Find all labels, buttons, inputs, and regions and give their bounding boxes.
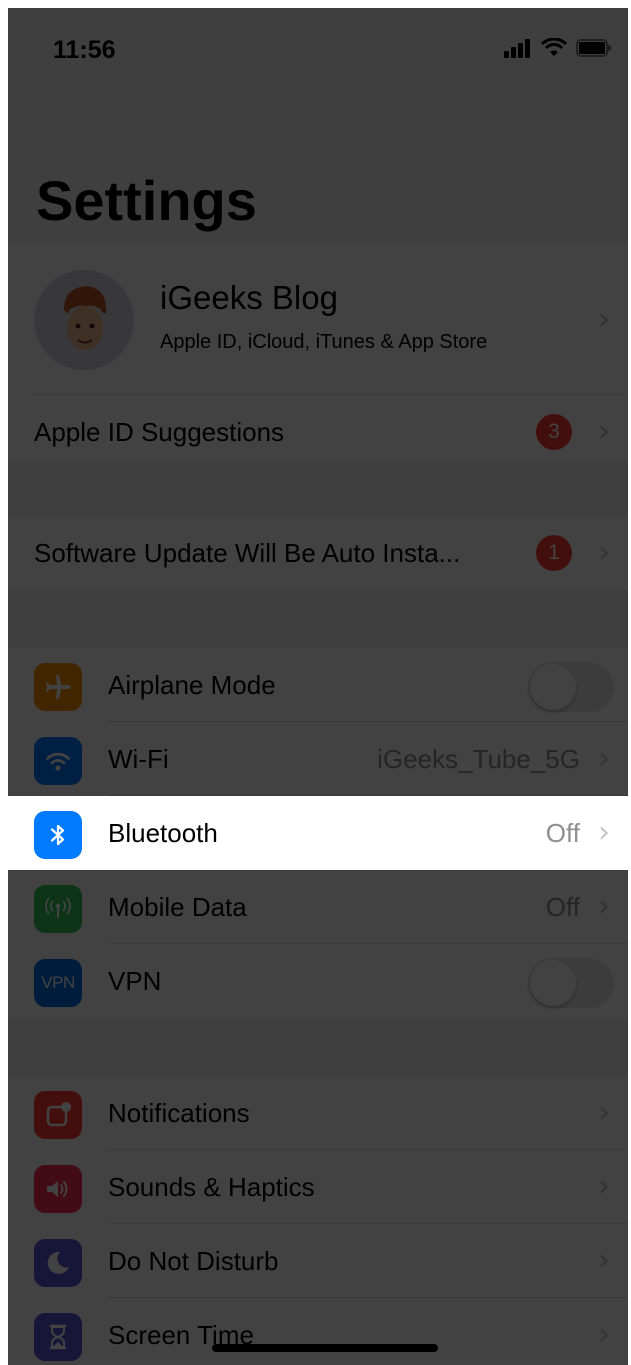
do-not-disturb-row[interactable]: Do Not Disturb › [8, 1224, 628, 1298]
moon-icon [34, 1239, 82, 1287]
vpn-row: VPN VPN [8, 944, 628, 1018]
notification-badge: 1 [536, 535, 572, 571]
mobile-data-value: Off [545, 892, 580, 922]
home-indicator [212, 1344, 438, 1352]
chevron-right-icon: › [598, 1095, 610, 1130]
mobile-data-row[interactable]: Mobile Data Off › [8, 870, 628, 944]
software-update-row[interactable]: Software Update Will Be Auto Insta... 1 … [8, 516, 628, 590]
bluetooth-icon [34, 811, 82, 859]
chevron-right-icon: › [598, 535, 610, 570]
page-title: Settings [36, 169, 257, 232]
wifi-icon [34, 737, 82, 785]
wifi-status-icon [540, 38, 568, 56]
toggle-knob [530, 960, 576, 1006]
bluetooth-label: Bluetooth [108, 818, 218, 848]
profile-subtitle: Apple ID, iCloud, iTunes & App Store [160, 331, 488, 353]
screen-time-row[interactable]: Screen Time › [8, 1298, 628, 1365]
airplane-mode-row: Airplane Mode [8, 648, 628, 722]
settings-screen: 11:56 Settings iGeeks Blog Apple ID, iCl… [8, 8, 628, 1365]
chevron-right-icon: › [598, 741, 610, 776]
chevron-right-icon: › [598, 889, 610, 924]
sounds-haptics-row[interactable]: Sounds & Haptics › [8, 1150, 628, 1224]
airplane-mode-toggle[interactable] [528, 662, 614, 712]
speaker-icon [34, 1165, 82, 1213]
wifi-label: Wi-Fi [108, 744, 169, 774]
vpn-icon: VPN [34, 959, 82, 1007]
chevron-right-icon: › [598, 1169, 610, 1204]
mobile-data-label: Mobile Data [108, 892, 247, 922]
chevron-right-icon: › [598, 1243, 610, 1278]
wifi-row[interactable]: Wi-Fi iGeeks_Tube_5G › [8, 722, 628, 796]
connectivity-group: Airplane Mode Wi-Fi iGeeks_Tube_5G › Blu… [8, 648, 628, 1018]
profile-name: iGeeks Blog [160, 279, 338, 316]
notifications-row[interactable]: Notifications › [8, 1076, 628, 1150]
status-time: 11:56 [53, 36, 116, 64]
toggle-knob [530, 664, 576, 710]
software-update-group: Software Update Will Be Auto Insta... 1 … [8, 516, 628, 590]
wifi-network-value: iGeeks_Tube_5G [377, 744, 580, 774]
general-group: Notifications › Sounds & Haptics › Do No… [8, 1076, 628, 1365]
antenna-icon [34, 885, 82, 933]
bluetooth-row[interactable]: Bluetooth Off › [8, 796, 628, 870]
chevron-right-icon: › [598, 1317, 610, 1352]
airplane-mode-label: Airplane Mode [108, 670, 276, 700]
profile-group: iGeeks Blog Apple ID, iCloud, iTunes & A… [8, 245, 628, 459]
apple-id-suggestions-row[interactable]: Apple ID Suggestions 3 › [8, 395, 628, 469]
apple-id-suggestions-label: Apple ID Suggestions [34, 417, 285, 447]
cellular-signal-icon [504, 39, 530, 58]
notifications-label: Notifications [108, 1098, 250, 1128]
airplane-icon [34, 663, 82, 711]
hourglass-icon [34, 1313, 82, 1361]
chevron-right-icon: › [598, 302, 610, 337]
notification-badge: 3 [536, 414, 572, 450]
bluetooth-value: Off [545, 818, 580, 848]
do-not-disturb-label: Do Not Disturb [108, 1246, 279, 1276]
status-icons [504, 38, 612, 58]
notifications-icon [34, 1091, 82, 1139]
sounds-haptics-label: Sounds & Haptics [108, 1172, 315, 1202]
vpn-toggle[interactable] [528, 958, 614, 1008]
vpn-label: VPN [108, 966, 162, 996]
software-update-label: Software Update Will Be Auto Insta... [34, 538, 461, 568]
chevron-right-icon: › [598, 815, 610, 850]
screen-time-label: Screen Time [108, 1320, 254, 1350]
battery-icon [576, 39, 611, 57]
profile-row[interactable]: iGeeks Blog Apple ID, iCloud, iTunes & A… [8, 245, 628, 395]
avatar [34, 270, 134, 370]
chevron-right-icon: › [598, 414, 610, 449]
vpn-icon-text: VPN [41, 973, 75, 992]
status-bar: 11:56 [8, 8, 628, 88]
